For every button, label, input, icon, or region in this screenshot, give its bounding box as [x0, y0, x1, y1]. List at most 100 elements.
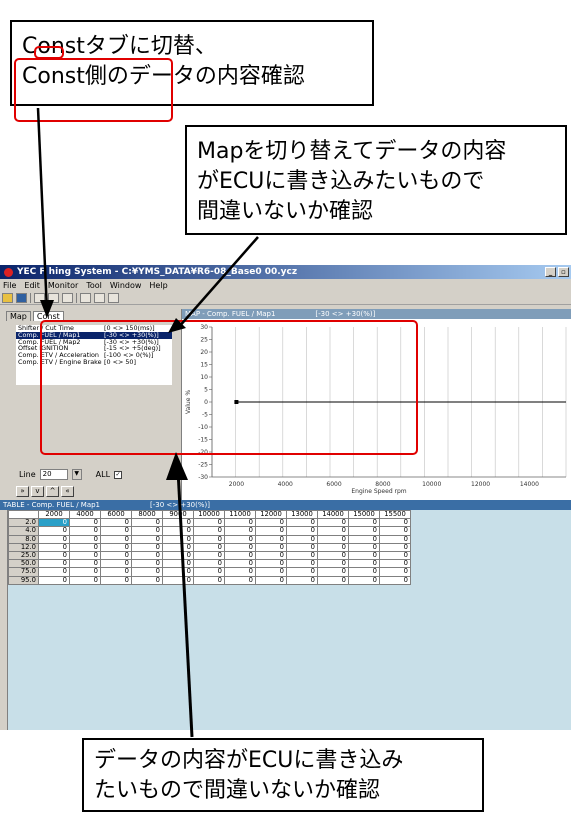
- paste-icon[interactable]: [48, 292, 59, 303]
- callout-line: がECUに書き込みたいもので: [197, 169, 485, 194]
- table-cell[interactable]: 0: [224, 526, 256, 536]
- all-label: ALL: [95, 470, 111, 479]
- double-down-icon[interactable]: »: [16, 486, 29, 497]
- table-row: 4.0 0 0 0 0 0 0 0 0 0 0 0 0: [8, 526, 411, 536]
- table-range: [-30 <> +30(%)]: [150, 501, 210, 509]
- open-folder-icon[interactable]: [2, 292, 13, 303]
- table-cell[interactable]: 0: [255, 567, 287, 577]
- table-cell[interactable]: 0: [131, 526, 163, 536]
- table-row: 75.0 0 0 0 0 0 0 0 0 0 0 0 0: [8, 567, 411, 577]
- window-title: YEC F hing System - C:¥YMS_DATA¥R6-08_Ba…: [17, 267, 298, 277]
- y-tick-label: -30: [198, 474, 208, 481]
- table-cell[interactable]: 0: [286, 575, 318, 585]
- chevron-down-icon[interactable]: ▼: [71, 469, 82, 480]
- x-tick-label: 4000: [278, 481, 293, 488]
- table-cell[interactable]: 0: [131, 567, 163, 577]
- menu-edit[interactable]: Edit: [24, 281, 40, 290]
- line-controls: Line 20 ▼ ALL ✓: [19, 469, 123, 480]
- menu-window[interactable]: Window: [110, 281, 142, 290]
- table-cell[interactable]: 0: [379, 526, 411, 536]
- table-cell[interactable]: 0: [193, 575, 225, 585]
- table-cell[interactable]: 0: [379, 575, 411, 585]
- table-cell[interactable]: 0: [69, 567, 101, 577]
- up-icon[interactable]: ^: [46, 486, 59, 497]
- table-cell[interactable]: 0: [255, 575, 287, 585]
- down-icon[interactable]: v: [31, 486, 44, 497]
- table-cell[interactable]: 0: [193, 567, 225, 577]
- table-header: TABLE - Comp. FUEL / Map1 [-30 <> +30(%)…: [0, 500, 571, 510]
- toolbar-separator: [76, 292, 77, 303]
- all-checkbox[interactable]: ✓: [114, 470, 123, 479]
- table-cell[interactable]: 0: [224, 567, 256, 577]
- restore-button[interactable]: ▫: [558, 267, 569, 277]
- compare-icon[interactable]: [108, 292, 119, 303]
- minimize-button[interactable]: _: [545, 267, 556, 277]
- table-header-row: 2000 4000 6000 8000 9000 10000 11000 12000 13000…: [8, 509, 411, 520]
- menu-tool[interactable]: Tool: [86, 281, 102, 290]
- callout-line: Mapを切り替えてデータの内容: [197, 139, 507, 164]
- callout-map-check: Mapを切り替えてデータの内容 がECUに書き込みたいもので 間違いないか確認: [185, 125, 567, 235]
- x-tick-label: 14000: [520, 481, 539, 488]
- table-row: 50.0 0 0 0 0 0 0 0 0 0 0 0 0: [8, 559, 411, 569]
- line-input[interactable]: 20: [39, 469, 68, 480]
- table-cell[interactable]: 0: [317, 575, 349, 585]
- map-title: MAP - Comp. FUEL / Map1: [185, 310, 276, 318]
- write-ecu-icon[interactable]: [94, 292, 105, 303]
- table-cell[interactable]: 0: [69, 526, 101, 536]
- table-cell[interactable]: 0: [131, 575, 163, 585]
- x-tick-label: 8000: [375, 481, 390, 488]
- tab-map[interactable]: Map: [6, 311, 31, 321]
- table-cell[interactable]: 0: [38, 526, 70, 536]
- row-header: 4.0: [8, 526, 39, 536]
- callout-line: 間違いないか確認: [197, 199, 374, 224]
- table-cell[interactable]: 0: [317, 567, 349, 577]
- undo-icon[interactable]: [62, 292, 73, 303]
- line-label: Line: [19, 470, 36, 479]
- x-tick-label: 10000: [422, 481, 441, 488]
- table-cell[interactable]: 0: [348, 575, 380, 585]
- table-cell[interactable]: 0: [38, 567, 70, 577]
- table-cell[interactable]: 0: [100, 575, 132, 585]
- table-cell[interactable]: 0: [100, 526, 132, 536]
- table-cell[interactable]: 0: [317, 526, 349, 536]
- toolbar-separator: [30, 292, 31, 303]
- table-cell[interactable]: 0: [379, 567, 411, 577]
- menu-help[interactable]: Help: [149, 281, 167, 290]
- table-cell[interactable]: 0: [162, 567, 194, 577]
- table-cell[interactable]: 0: [255, 526, 287, 536]
- table-panel: TABLE - Comp. FUEL / Map1 [-30 <> +30(%)…: [0, 500, 571, 730]
- table-title: TABLE - Comp. FUEL / Map1: [3, 501, 101, 509]
- table-highlight: [40, 320, 418, 455]
- table-cell[interactable]: 0: [348, 526, 380, 536]
- read-ecu-icon[interactable]: [80, 292, 91, 303]
- double-up-icon[interactable]: «: [61, 486, 74, 497]
- menu-monitor[interactable]: Monitor: [48, 281, 78, 290]
- map-header: MAP - Comp. FUEL / Map1 [-30 <> +30(%)]: [182, 309, 571, 319]
- callout-line: データの内容がECUに書き込み: [94, 748, 404, 773]
- app-icon: [4, 267, 13, 277]
- table-row: 25.0 0 0 0 0 0 0 0 0 0 0 0 0: [8, 550, 411, 561]
- row-header: 95.0: [8, 575, 39, 585]
- table-cell[interactable]: 0: [193, 526, 225, 536]
- table-cell[interactable]: 0: [38, 575, 70, 585]
- table-row: 2.0 0 0 0 0 0 0 0 0 0 0 0 0: [8, 518, 411, 528]
- toolbar: [0, 291, 571, 305]
- menu-file[interactable]: File: [3, 281, 16, 290]
- table-cell[interactable]: 0: [162, 575, 194, 585]
- data-table: 2000 4000 6000 8000 9000 10000 11000 12000 13000…: [8, 509, 411, 585]
- save-disk-icon[interactable]: [16, 292, 27, 303]
- copy-icon[interactable]: [34, 292, 45, 303]
- x-axis-label: Engine Speed rpm: [351, 488, 406, 495]
- table-left-bar: [0, 510, 8, 730]
- y-tick-label: -25: [198, 462, 208, 469]
- table-cell[interactable]: 0: [348, 567, 380, 577]
- table-cell[interactable]: 0: [286, 567, 318, 577]
- table-cell[interactable]: 0: [286, 526, 318, 536]
- callout-table-check: データの内容がECUに書き込み たいもので間違いないか確認: [82, 738, 484, 812]
- nav-buttons: » v ^ «: [16, 486, 74, 497]
- table-cell[interactable]: 0: [100, 567, 132, 577]
- table-cell[interactable]: 0: [162, 526, 194, 536]
- table-cell[interactable]: 0: [69, 575, 101, 585]
- table-cell[interactable]: 0: [224, 575, 256, 585]
- row-header: 75.0: [8, 567, 39, 577]
